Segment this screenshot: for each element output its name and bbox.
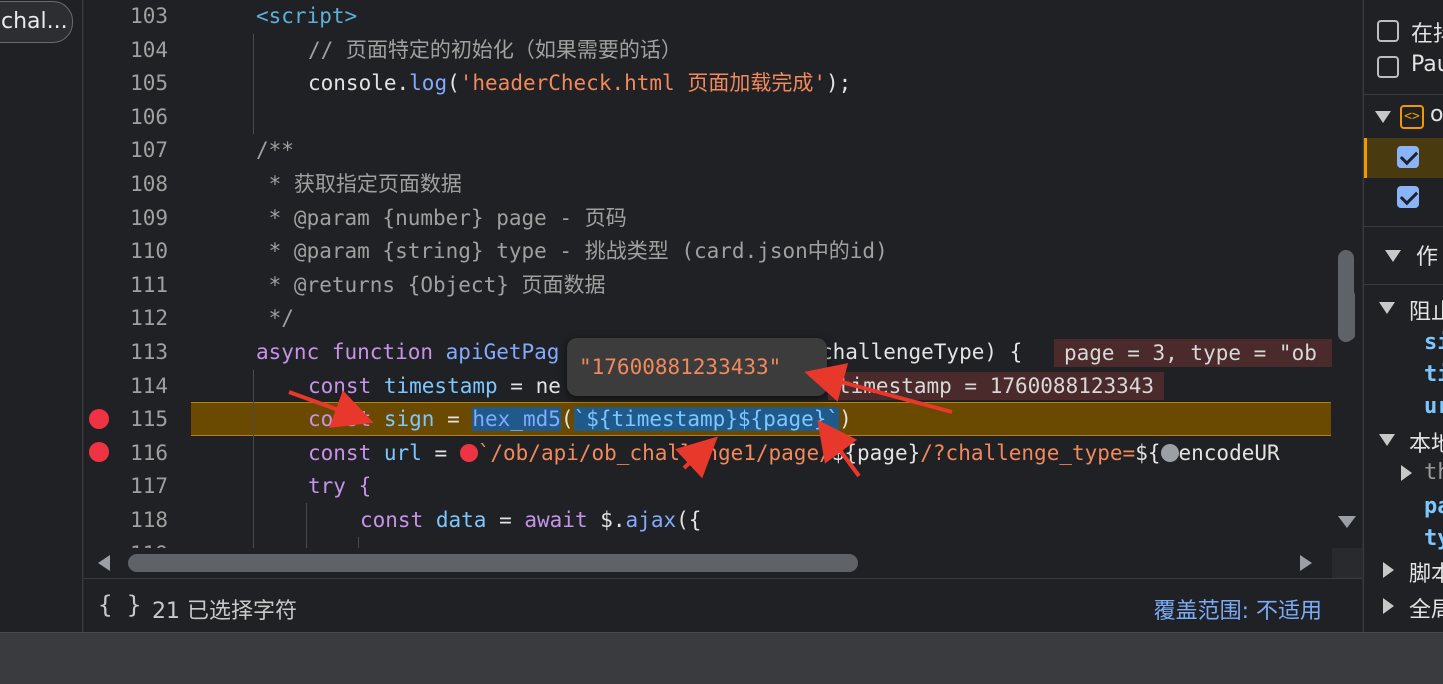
file-label: o	[1430, 102, 1443, 127]
scope-section-header[interactable]: 作	[1364, 238, 1443, 272]
expand-arrow-icon[interactable]	[1385, 250, 1401, 262]
scope-label: 全局	[1409, 598, 1443, 623]
left-panel: chal...	[0, 0, 83, 632]
expand-arrow-icon[interactable]	[1383, 562, 1394, 578]
code-editor[interactable]: 103 104 105 106 107 108 109 110 111 112 …	[84, 0, 1362, 548]
expand-arrow-icon[interactable]	[1379, 434, 1395, 446]
scope-variable[interactable]: ur	[1424, 394, 1443, 419]
option-label: 在抖	[1411, 22, 1443, 47]
selection-count: 21 已选择字符	[152, 599, 297, 624]
annotation-arrow	[804, 363, 953, 414]
section-label: 作	[1416, 245, 1439, 270]
debugger-sidebar: 在抖 Pau <> o 作 阻止 si ti ur 本地 th pa ty 脚本…	[1363, 0, 1443, 632]
scope-script-row[interactable]: 脚本	[1364, 556, 1443, 590]
annotation-arrows	[288, 363, 953, 479]
breakpoint-checkbox[interactable]	[1397, 146, 1419, 168]
divider	[1364, 284, 1443, 285]
horizontal-scrollbar-thumb[interactable]	[128, 554, 858, 572]
editor-status-bar: { } 21 已选择字符 覆盖范围: 不适用	[84, 578, 1362, 632]
scope-local-row[interactable]: 本地	[1364, 424, 1443, 458]
checkbox[interactable]	[1377, 20, 1399, 42]
scope-variable[interactable]: ty	[1424, 526, 1443, 551]
file-code-icon: <>	[1400, 105, 1424, 129]
pause-option-row[interactable]: Pau	[1364, 50, 1443, 84]
scroll-right-arrow-icon[interactable]	[1300, 555, 1312, 571]
bottom-drawer-bar	[0, 632, 1443, 684]
scope-global-row[interactable]: 全局	[1364, 592, 1443, 626]
breakpoints-file-row[interactable]: <> o	[1364, 100, 1443, 134]
sidebar-scrollbar-thumb[interactable]	[1345, 290, 1355, 340]
checkbox[interactable]	[1377, 56, 1399, 78]
divider	[1364, 226, 1443, 227]
annotation-arrow	[817, 419, 861, 478]
scope-label: 本地	[1409, 432, 1443, 457]
pause-option-row[interactable]: 在抖	[1364, 14, 1443, 48]
scope-variable[interactable]: ti	[1424, 362, 1443, 387]
breakpoint-row[interactable]	[1364, 178, 1443, 218]
annotation-arrow	[288, 390, 374, 428]
scope-label: 阻止	[1409, 300, 1443, 325]
pretty-print-icon[interactable]: { }	[98, 591, 141, 619]
annotation-arrow	[674, 436, 718, 479]
expand-arrow-icon[interactable]	[1401, 465, 1412, 481]
expand-arrow-icon[interactable]	[1379, 302, 1395, 314]
vertical-scrollbar[interactable]	[1332, 0, 1362, 548]
breakpoint-row-active[interactable]	[1364, 138, 1443, 178]
open-file-tab[interactable]: chal...	[0, 1, 73, 43]
expand-arrow-icon[interactable]	[1375, 111, 1391, 123]
divider	[1364, 94, 1443, 95]
option-label: Pau	[1411, 52, 1443, 77]
scroll-left-arrow-icon[interactable]	[98, 555, 110, 571]
breakpoint-checkbox[interactable]	[1397, 186, 1419, 208]
scope-block-row[interactable]: 阻止	[1364, 292, 1443, 326]
horizontal-scrollbar[interactable]	[84, 548, 1332, 578]
scope-label: 脚本	[1409, 562, 1443, 587]
expand-arrow-icon[interactable]	[1383, 598, 1394, 614]
scroll-down-arrow-icon[interactable]	[1338, 516, 1356, 528]
scope-variable[interactable]: pa	[1424, 494, 1443, 519]
coverage-link[interactable]: 覆盖范围: 不适用	[1154, 593, 1322, 625]
scope-variable[interactable]: si	[1424, 330, 1443, 355]
scope-variable[interactable]: th	[1424, 460, 1443, 485]
